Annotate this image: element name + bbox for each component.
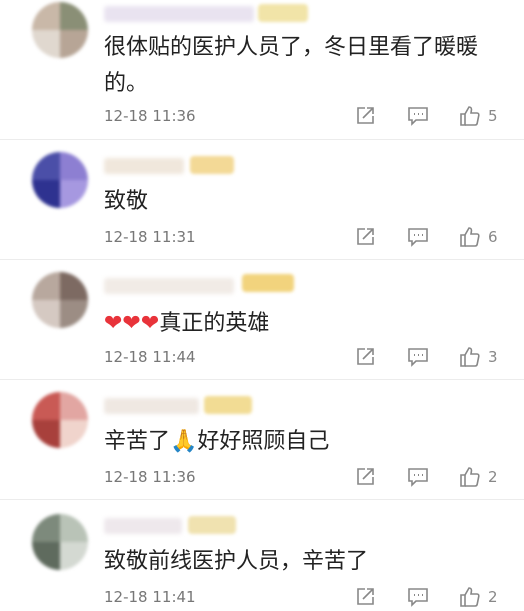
reply-button[interactable] [406, 584, 430, 610]
username-blurred[interactable] [104, 278, 234, 294]
reply-button[interactable] [406, 224, 430, 250]
badge-blurred [188, 516, 236, 534]
share-button[interactable] [354, 103, 376, 129]
comment-icon [408, 228, 428, 247]
avatar-pixel [60, 420, 88, 448]
like-button[interactable]: 6 [458, 224, 498, 250]
comment-time: 12-18 11:36 [104, 468, 196, 486]
avatar-pixel [60, 152, 88, 180]
username-blurred[interactable] [104, 158, 184, 174]
comment-icon [408, 348, 428, 367]
avatar-pixel [32, 542, 60, 570]
share-button[interactable] [354, 584, 376, 610]
like-button[interactable]: 2 [458, 584, 498, 610]
share-button[interactable] [354, 464, 376, 490]
comment-text: ❤❤❤真正的英雄 [104, 306, 504, 342]
badge-blurred [258, 4, 308, 22]
comment-item: ❤❤❤真正的英雄 12-18 11:44 3 [0, 260, 524, 380]
share-icon [357, 588, 374, 605]
share-button[interactable] [354, 344, 376, 370]
avatar-pixel [32, 180, 60, 208]
avatar[interactable] [32, 272, 88, 328]
username-blurred[interactable] [104, 6, 254, 22]
comment-time: 12-18 11:31 [104, 228, 196, 246]
like-count: 5 [488, 107, 498, 125]
avatar-pixel [60, 392, 88, 420]
avatar-pixel [32, 420, 60, 448]
comment-text: 很体贴的医护人员了，冬日里看了暖暖的。 [104, 35, 479, 96]
like-count: 6 [488, 228, 498, 246]
comment-text: 辛苦了🙏好好照顾自己 [104, 429, 330, 454]
comment-text-body: 真正的英雄 [159, 311, 270, 336]
badge-blurred [204, 396, 252, 414]
like-count: 2 [488, 588, 498, 606]
comment-actions: 2 [350, 584, 520, 610]
avatar-pixel [60, 272, 88, 300]
comment-time: 12-18 11:36 [104, 107, 196, 125]
share-icon [357, 228, 374, 245]
badge-blurred [242, 274, 294, 292]
like-button[interactable]: 2 [458, 464, 498, 490]
like-count: 3 [488, 348, 498, 366]
avatar-pixel [32, 152, 60, 180]
comment-icon [408, 468, 428, 487]
comment-text: 致敬 [104, 189, 149, 214]
comment-item: 致敬前线医护人员，辛苦了 12-18 11:41 2 [0, 500, 524, 611]
comment-actions: 6 [350, 224, 520, 250]
thumbs-up-icon [460, 587, 480, 607]
comment-icon [408, 107, 428, 126]
comment-actions: 3 [350, 344, 520, 370]
avatar-pixel [32, 2, 60, 30]
share-icon [357, 348, 374, 365]
avatar[interactable] [32, 2, 88, 58]
share-icon [357, 107, 374, 124]
comment-item: 致敬 12-18 11:31 6 [0, 140, 524, 260]
share-button[interactable] [354, 224, 376, 250]
avatar-pixel [32, 272, 60, 300]
avatar-pixel [32, 514, 60, 542]
avatar-pixel [60, 542, 88, 570]
comment-item: 辛苦了🙏好好照顾自己 12-18 11:36 2 [0, 380, 524, 500]
like-count: 2 [488, 468, 498, 486]
avatar[interactable] [32, 514, 88, 570]
comment-actions: 2 [350, 464, 520, 490]
comment-time: 12-18 11:41 [104, 588, 196, 606]
thumbs-up-icon [460, 106, 480, 126]
comment-text: 致敬前线医护人员，辛苦了 [104, 549, 369, 574]
avatar-pixel [60, 30, 88, 58]
avatar-pixel [60, 180, 88, 208]
comment-actions: 5 [350, 103, 520, 129]
comment-item: 很体贴的医护人员了，冬日里看了暖暖的。 12-18 11:36 5 [0, 0, 524, 140]
reply-button[interactable] [406, 344, 430, 370]
reply-button[interactable] [406, 464, 430, 490]
avatar[interactable] [32, 392, 88, 448]
avatar[interactable] [32, 152, 88, 208]
like-button[interactable]: 5 [458, 103, 498, 129]
avatar-pixel [32, 300, 60, 328]
avatar-pixel [60, 2, 88, 30]
thumbs-up-icon [460, 227, 480, 247]
heart-emoji: ❤❤❤ [104, 311, 160, 336]
like-button[interactable]: 3 [458, 344, 498, 370]
username-blurred[interactable] [104, 518, 182, 534]
badge-blurred [190, 156, 234, 174]
thumbs-up-icon [460, 467, 480, 487]
share-icon [357, 468, 374, 485]
avatar-pixel [32, 30, 60, 58]
avatar-pixel [60, 514, 88, 542]
username-blurred[interactable] [104, 398, 199, 414]
comment-icon [408, 588, 428, 607]
reply-button[interactable] [406, 103, 430, 129]
avatar-pixel [32, 392, 60, 420]
comment-time: 12-18 11:44 [104, 348, 196, 366]
avatar-pixel [60, 300, 88, 328]
thumbs-up-icon [460, 347, 480, 367]
